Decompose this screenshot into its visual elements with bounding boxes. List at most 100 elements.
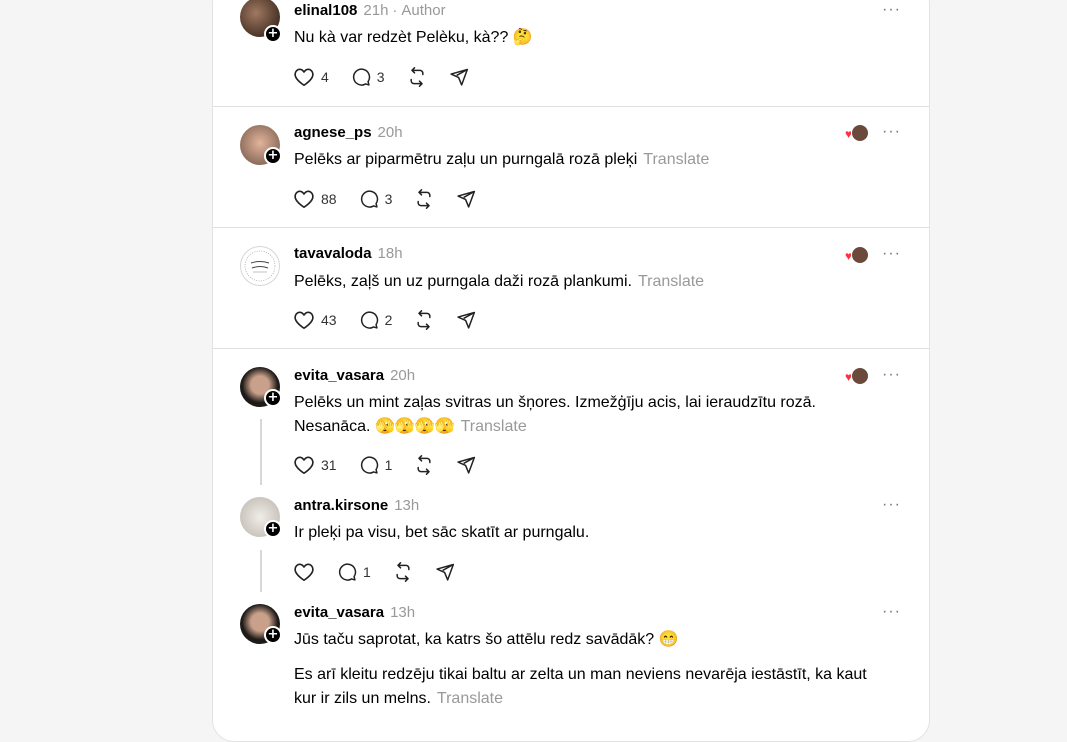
translate-link[interactable]: Translate xyxy=(638,273,704,290)
heart-icon xyxy=(294,311,314,329)
repost-icon xyxy=(396,562,410,582)
like-button[interactable]: 4 xyxy=(293,67,329,87)
comment-icon xyxy=(352,68,371,86)
share-button[interactable] xyxy=(456,455,476,475)
post-meta: agnese_ps 20h xyxy=(294,124,403,142)
username[interactable]: elinal108 xyxy=(294,2,357,19)
thread-line xyxy=(260,550,262,592)
heart-icon xyxy=(294,563,314,581)
username[interactable]: evita_vasara xyxy=(294,604,384,621)
more-options-icon[interactable]: ··· xyxy=(882,367,901,383)
repost-button[interactable] xyxy=(407,67,427,87)
post-text-line: Es arī kleitu redzēju tikai baltu ar zel… xyxy=(294,666,867,683)
comment-icon xyxy=(360,311,378,329)
follow-plus-icon[interactable]: + xyxy=(264,520,282,538)
username[interactable]: antra.kirsone xyxy=(294,497,388,514)
post-meta: elinal108 21h · Author xyxy=(294,2,446,20)
repost-button[interactable] xyxy=(414,310,434,330)
send-icon xyxy=(449,68,468,86)
repost-button[interactable] xyxy=(414,189,434,209)
reply-count: 1 xyxy=(384,457,393,473)
more-options-icon[interactable]: ··· xyxy=(882,124,901,140)
like-button[interactable]: 31 xyxy=(293,455,337,475)
post-actions: 43 2 xyxy=(293,308,498,332)
like-button[interactable] xyxy=(293,562,315,582)
post-actions: 31 1 xyxy=(293,453,498,477)
post-actions: 4 3 xyxy=(293,65,491,89)
author-avatar-mini xyxy=(851,124,869,142)
post-text: Pelēks, zaļš un uz purngala daži rozā pl… xyxy=(294,270,894,294)
avatar[interactable] xyxy=(240,246,280,286)
follow-plus-icon[interactable]: + xyxy=(264,147,282,165)
post-text: Jūs taču saprotat, ka katrs šo attēlu re… xyxy=(294,631,679,648)
divider xyxy=(213,227,929,228)
share-button[interactable] xyxy=(435,562,455,582)
thread-line xyxy=(260,419,262,485)
post-meta: evita_vasara 20h xyxy=(294,367,415,385)
reply-count: 3 xyxy=(384,191,393,207)
reply-count: 1 xyxy=(363,564,371,580)
post-meta: tavavaloda 18h xyxy=(294,245,403,263)
repost-icon xyxy=(410,67,424,87)
separator-dot: · xyxy=(392,2,398,19)
repost-button[interactable] xyxy=(414,455,434,475)
post-text-line: Pelēks un mint zaļas svitras un šņores. … xyxy=(294,394,816,411)
liked-by-author-badge: ♥ xyxy=(845,246,869,264)
thread-feed: + elinal108 21h · Author ··· Nu kà var redz… xyxy=(212,0,930,742)
repost-button[interactable] xyxy=(393,562,413,582)
timestamp: 20h xyxy=(390,367,416,384)
more-options-icon[interactable]: ··· xyxy=(882,497,901,513)
reply-button[interactable]: 1 xyxy=(359,455,393,475)
comment-icon xyxy=(338,563,357,581)
follow-plus-icon[interactable]: + xyxy=(264,25,282,43)
reply-button[interactable]: 1 xyxy=(337,562,371,582)
timestamp: 18h xyxy=(377,245,403,262)
post-text-second: Es arī kleitu redzēju tikai baltu ar zel… xyxy=(294,663,894,711)
author-avatar-mini xyxy=(851,367,869,385)
follow-plus-icon[interactable]: + xyxy=(264,389,282,407)
like-count: 4 xyxy=(321,69,329,85)
reply-button[interactable]: 2 xyxy=(359,310,393,330)
post-meta: evita_vasara 13h xyxy=(294,604,415,622)
post-actions: 88 3 xyxy=(293,187,498,211)
follow-plus-icon[interactable]: + xyxy=(264,626,282,644)
translate-link[interactable]: Translate xyxy=(461,418,527,435)
liked-by-author-badge: ♥ xyxy=(845,124,869,142)
post-text: Pelēks ar piparmētru zaļu un purngalā ro… xyxy=(294,148,894,172)
share-button[interactable] xyxy=(449,67,469,87)
like-count: 88 xyxy=(321,191,337,207)
translate-link[interactable]: Translate xyxy=(437,690,503,707)
heart-icon xyxy=(294,190,314,208)
share-button[interactable] xyxy=(456,310,476,330)
like-button[interactable]: 43 xyxy=(293,310,337,330)
reply-count: 2 xyxy=(384,312,393,328)
post-text-content: Pelēks, zaļš un uz purngala daži rozā pl… xyxy=(294,273,632,290)
author-tag: Author xyxy=(401,2,446,19)
share-button[interactable] xyxy=(456,189,476,209)
heart-icon xyxy=(294,456,314,474)
reply-button[interactable]: 3 xyxy=(359,189,393,209)
repost-icon xyxy=(417,310,431,330)
translate-link[interactable]: Translate xyxy=(643,151,709,168)
post-text: Nu kà var redzèt Pelèku, kà?? 🤔 xyxy=(294,29,533,46)
send-icon xyxy=(436,563,454,581)
more-options-icon[interactable]: ··· xyxy=(882,246,901,262)
username[interactable]: tavavaloda xyxy=(294,245,372,262)
more-options-icon[interactable]: ··· xyxy=(882,2,901,18)
reply-button[interactable]: 3 xyxy=(351,67,385,87)
post-text: Ir pleķi pa visu, bet sāc skatīt ar purn… xyxy=(294,524,590,541)
repost-icon xyxy=(417,189,431,209)
more-options-icon[interactable]: ··· xyxy=(882,604,901,620)
repost-icon xyxy=(417,455,431,475)
post-actions: 1 xyxy=(293,560,477,584)
liked-by-author-badge: ♥ xyxy=(845,367,869,385)
like-button[interactable]: 88 xyxy=(293,189,337,209)
username[interactable]: agnese_ps xyxy=(294,124,372,141)
username[interactable]: evita_vasara xyxy=(294,367,384,384)
send-icon xyxy=(457,190,476,208)
reply-count: 3 xyxy=(376,69,385,85)
comment-icon xyxy=(360,456,378,474)
post-text-line: Nesanāca. 🫣🫣🫣🫣 xyxy=(294,418,455,435)
send-icon xyxy=(457,456,476,474)
like-count: 43 xyxy=(321,312,337,328)
